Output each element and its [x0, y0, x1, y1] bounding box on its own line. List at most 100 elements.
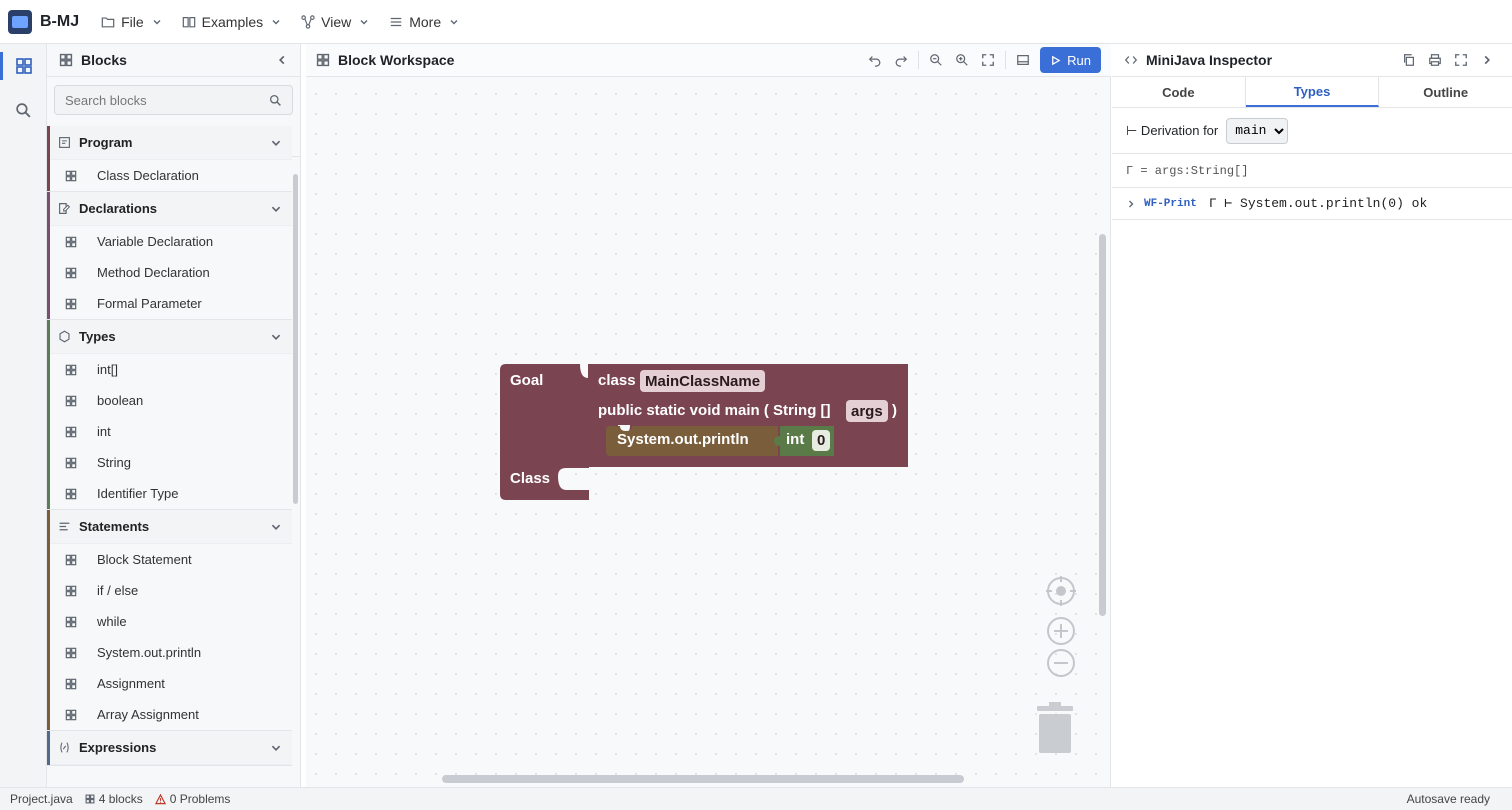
search-icon[interactable]: [269, 94, 282, 107]
grid-icon: [65, 267, 77, 279]
int-value-field[interactable]: 0: [812, 430, 831, 451]
category-header[interactable]: Types: [50, 320, 292, 354]
print-button[interactable]: [1422, 47, 1448, 73]
expand-icon: [981, 53, 995, 67]
view-menu[interactable]: View: [291, 7, 379, 37]
block-workspace[interactable]: Block Workspace Run Goal class MainClass…: [306, 44, 1111, 787]
undo-button[interactable]: [862, 47, 888, 73]
block-item[interactable]: boolean: [50, 385, 292, 416]
println-block[interactable]: System.out.println: [606, 426, 786, 456]
file-menu[interactable]: File: [91, 7, 172, 37]
play-icon: [1050, 55, 1061, 66]
derivation-rule-row[interactable]: WF-Print Γ ⊢ System.out.println(0) ok: [1112, 188, 1512, 220]
workspace-vertical-scrollbar[interactable]: [1099, 234, 1106, 616]
sidebar-scrollbar[interactable]: [293, 174, 298, 504]
block-item[interactable]: Class Declaration: [50, 160, 292, 191]
collapse-inspector-button[interactable]: [1474, 47, 1500, 73]
category-header[interactable]: Program: [50, 126, 292, 160]
category-header[interactable]: Expressions: [50, 731, 292, 765]
block-item[interactable]: String: [50, 447, 292, 478]
grid-icon: [85, 794, 95, 804]
more-menu[interactable]: More: [379, 7, 469, 37]
target-icon: [1046, 576, 1076, 606]
println-label: System.out.println: [617, 431, 749, 448]
block-item[interactable]: Array Assignment: [50, 699, 292, 730]
inspector-panel: MiniJava Inspector Code Types Outline ⊢ …: [1112, 44, 1512, 787]
grid-icon: [65, 585, 77, 597]
category-label: Types: [79, 329, 116, 344]
status-problems[interactable]: 0 Problems: [154, 792, 231, 806]
examples-menu[interactable]: Examples: [172, 7, 291, 37]
app-title: B-MJ: [40, 12, 80, 30]
category-label: Declarations: [79, 201, 158, 216]
rule-judgment: Γ ⊢ System.out.println(0) ok: [1208, 196, 1428, 211]
tab-outline[interactable]: Outline: [1379, 77, 1512, 107]
grid-icon: [65, 554, 77, 566]
grid-icon: [65, 426, 77, 438]
status-autosave-label: Autosave ready: [1406, 792, 1490, 806]
block-item[interactable]: int[]: [50, 354, 292, 385]
redo-button[interactable]: [888, 47, 914, 73]
workspace-header: Block Workspace Run: [306, 44, 1111, 77]
derivation-row: ⊢ Derivation for main: [1112, 108, 1512, 154]
more-menu-label: More: [409, 13, 442, 30]
block-item[interactable]: int: [50, 416, 292, 447]
hexagon-icon: [58, 330, 71, 343]
chevron-left-icon[interactable]: [276, 54, 288, 66]
class-name-field[interactable]: MainClassName: [640, 370, 766, 392]
undo-icon: [868, 53, 882, 67]
args-field[interactable]: args: [846, 400, 888, 422]
chevron-down-icon: [270, 742, 282, 754]
blocks-activity-button[interactable]: [0, 44, 47, 88]
zoom-out-control[interactable]: [1046, 648, 1076, 678]
top-bar: B-MJ File Examples View More: [0, 0, 1512, 44]
category-label: Statements: [79, 519, 150, 534]
status-problems-label: 0 Problems: [169, 792, 231, 806]
zoom-in-button[interactable]: [949, 47, 975, 73]
run-button[interactable]: Run: [1040, 47, 1101, 73]
search-input[interactable]: [65, 92, 269, 108]
block-item[interactable]: Block Statement: [50, 544, 292, 575]
block-item[interactable]: System.out.println: [50, 637, 292, 668]
search-activity-button[interactable]: [0, 88, 47, 132]
block-item[interactable]: Identifier Type: [50, 478, 292, 509]
gamma-context: Γ = args:String[]: [1112, 154, 1512, 188]
goal-label: Goal: [510, 372, 544, 389]
fit-button[interactable]: [975, 47, 1001, 73]
recenter-button[interactable]: [1046, 576, 1076, 606]
blocks-sidebar: Blocks Program Class Declaration Declarati…: [47, 44, 301, 787]
status-file[interactable]: Project.java: [10, 792, 73, 806]
block-item[interactable]: while: [50, 606, 292, 637]
zoom-in-control[interactable]: [1046, 616, 1076, 646]
block-item[interactable]: Variable Declaration: [50, 226, 292, 257]
category-expressions: Expressions: [47, 731, 292, 765]
tab-code[interactable]: Code: [1112, 77, 1246, 107]
toggle-panel-button[interactable]: [1010, 47, 1036, 73]
block-item[interactable]: Assignment: [50, 668, 292, 699]
fullscreen-button[interactable]: [1448, 47, 1474, 73]
category-header[interactable]: Declarations: [50, 192, 292, 226]
chevron-right-icon[interactable]: [1126, 199, 1136, 209]
block-item[interactable]: Formal Parameter: [50, 288, 292, 319]
status-file-label: Project.java: [10, 792, 73, 806]
tab-types[interactable]: Types: [1245, 77, 1380, 107]
category-header[interactable]: Statements: [50, 510, 292, 544]
block-item-label: Method Declaration: [97, 265, 210, 280]
workspace-horizontal-scrollbar[interactable]: [442, 775, 964, 783]
derivation-select[interactable]: main: [1226, 117, 1289, 144]
status-blocks-label: 4 blocks: [98, 792, 143, 806]
block-item[interactable]: Method Declaration: [50, 257, 292, 288]
zoom-out-button[interactable]: [923, 47, 949, 73]
hamburger-icon: [389, 15, 403, 29]
copy-button[interactable]: [1396, 47, 1422, 73]
plus-circle-icon: [1046, 616, 1076, 646]
examples-menu-label: Examples: [201, 13, 264, 30]
grid-icon: [316, 53, 330, 67]
copy-icon: [1402, 53, 1416, 67]
trash-can[interactable]: [1035, 702, 1075, 757]
block-item[interactable]: if / else: [50, 575, 292, 606]
rule-tag: WF-Print: [1144, 197, 1197, 210]
int-literal-block[interactable]: int 0: [774, 426, 836, 456]
main-signature: public static void main ( String []: [598, 402, 831, 419]
class-keyword: class: [598, 372, 636, 389]
